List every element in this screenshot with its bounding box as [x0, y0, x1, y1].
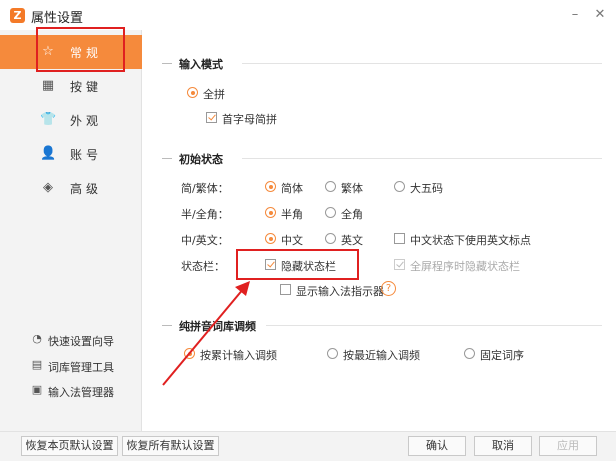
checkbox-label: 首字母简拼 — [222, 113, 277, 126]
checkbox-box — [206, 112, 217, 123]
sidebar-item-advanced[interactable]: ◈ 高级 — [0, 171, 142, 205]
sidebar: ☆ 常规 ▦ 按键 👕 外观 👤 账号 ◈ 高级 ◔ 快速设置向导 ▤ 词库管理… — [0, 30, 142, 431]
checkbox-box — [280, 284, 291, 295]
tool-label: 输入法管理器 — [48, 386, 114, 399]
radio-label: 全角 — [341, 208, 363, 221]
halfwidth-fullwidth-label: 半/全角： — [181, 208, 229, 221]
section-title: 纯拼音词库调频 — [179, 320, 256, 333]
restore-all-defaults-button[interactable]: 恢复所有默认设置 — [122, 436, 219, 456]
status-bar-label: 状态栏： — [181, 260, 225, 273]
radio-label: 按累计输入调频 — [200, 349, 277, 362]
restore-page-defaults-button[interactable]: 恢复本页默认设置 — [21, 436, 118, 456]
radio-label: 英文 — [341, 234, 363, 247]
checkbox-label: 全屏程序时隐藏状态栏 — [410, 260, 520, 273]
radio-dot — [325, 181, 336, 192]
section-divider — [266, 325, 602, 326]
cancel-button[interactable]: 取消 — [474, 436, 532, 456]
simplified-traditional-label: 简/繁体： — [181, 182, 229, 195]
sidebar-item-account[interactable]: 👤 账号 — [0, 137, 142, 171]
radio-dot — [265, 207, 276, 218]
radio-label: 大五码 — [410, 182, 443, 195]
section-pinyin-frequency: 纯拼音词库调频 — [162, 318, 602, 333]
keyboard-icon: ▦ — [41, 78, 55, 93]
section-dash — [162, 325, 172, 326]
close-button[interactable]: ✕ — [590, 5, 610, 25]
radio-label: 繁体 — [341, 182, 363, 195]
highlight-box-status-bar — [236, 249, 359, 280]
highlight-box-general — [36, 27, 125, 72]
tool-label: 快速设置向导 — [48, 335, 114, 348]
wizard-icon: ◔ — [32, 332, 42, 345]
section-dash — [162, 63, 172, 64]
sidebar-item-label: 外观 — [70, 114, 103, 128]
checkbox-label: 显示输入法指示器 — [296, 285, 384, 298]
radio-dot — [325, 207, 336, 218]
radio-dot — [394, 181, 405, 192]
user-icon: 👤 — [40, 146, 57, 161]
section-dash — [162, 158, 172, 159]
sidebar-item-appearance[interactable]: 👕 外观 — [0, 103, 142, 137]
radio-label: 固定词序 — [480, 349, 524, 362]
apply-button[interactable]: 应用 — [539, 436, 597, 456]
footer-bar: 恢复本页默认设置 恢复所有默认设置 确认 取消 应用 — [0, 431, 616, 461]
radio-label: 半角 — [281, 208, 303, 221]
section-divider — [242, 63, 602, 64]
section-title: 初始状态 — [179, 153, 223, 166]
radio-label: 简体 — [281, 182, 303, 195]
section-title: 输入模式 — [179, 58, 223, 71]
sidebar-item-label: 按键 — [70, 80, 103, 94]
manager-icon: ▣ — [31, 383, 43, 396]
sidebar-item-keys[interactable]: ▦ 按键 — [0, 69, 142, 103]
tshirt-icon: 👕 — [40, 112, 57, 127]
radio-dot — [265, 181, 276, 192]
radio-dot — [265, 233, 276, 244]
section-input-mode: 输入模式 — [162, 56, 602, 71]
radio-dot — [327, 348, 338, 359]
layers-icon: ◈ — [43, 180, 53, 195]
help-icon[interactable]: ? — [381, 281, 396, 296]
section-initial-state: 初始状态 — [162, 151, 602, 166]
app-logo-icon: Z — [10, 8, 25, 23]
sidebar-item-label: 账号 — [70, 148, 103, 162]
radio-dot — [187, 87, 198, 98]
radio-label: 中文 — [281, 234, 303, 247]
checkbox-label: 中文状态下使用英文标点 — [410, 234, 531, 247]
radio-label: 全拼 — [203, 88, 225, 101]
tool-label: 词库管理工具 — [48, 361, 114, 374]
radio-dot — [464, 348, 475, 359]
window-title: 属性设置 — [31, 11, 84, 26]
title-bar: Z 属性设置 – ✕ — [0, 0, 616, 30]
section-divider — [242, 158, 602, 159]
ok-button[interactable]: 确认 — [408, 436, 466, 456]
minimize-button[interactable]: – — [565, 5, 585, 25]
checkbox-box — [394, 259, 405, 270]
sidebar-item-label: 高级 — [70, 182, 103, 196]
dictionary-icon: ▤ — [31, 358, 43, 371]
radio-label: 按最近输入调频 — [343, 349, 420, 362]
radio-dot — [184, 348, 195, 359]
checkbox-box — [394, 233, 405, 244]
chinese-english-label: 中/英文： — [181, 234, 229, 247]
radio-dot — [325, 233, 336, 244]
